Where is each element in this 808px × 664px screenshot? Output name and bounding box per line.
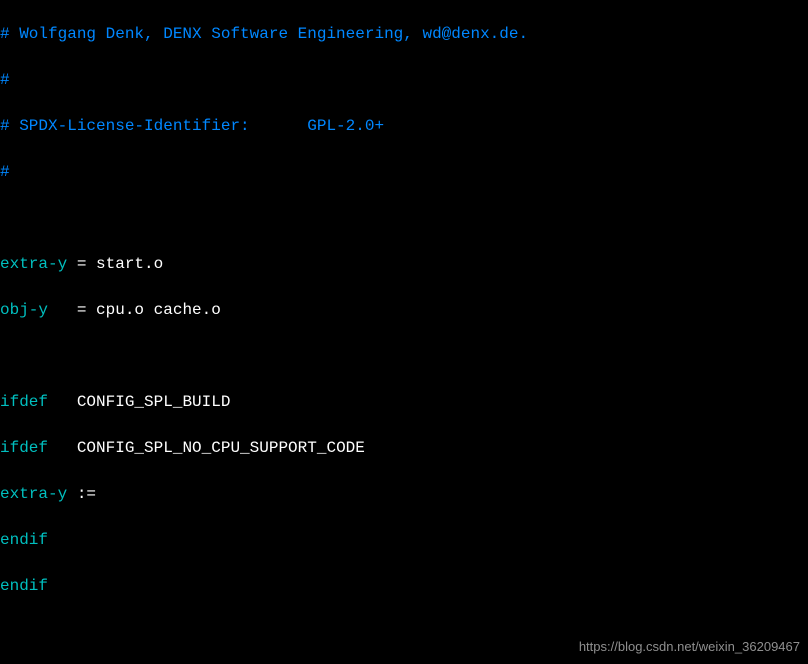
watermark-text: https://blog.csdn.net/weixin_36209467 <box>579 635 800 658</box>
code-line: obj-y = cpu.o cache.o <box>0 299 806 322</box>
code-editor[interactable]: # Wolfgang Denk, DENX Software Engineeri… <box>0 0 808 664</box>
code-line <box>0 345 806 368</box>
code-line: extra-y := <box>0 483 806 506</box>
code-line <box>0 207 806 230</box>
code-line: # SPDX-License-Identifier: GPL-2.0+ <box>0 115 806 138</box>
code-line: ifdef CONFIG_SPL_BUILD <box>0 391 806 414</box>
code-line: endif <box>0 529 806 552</box>
code-line: # <box>0 161 806 184</box>
comment-text: # Wolfgang Denk, DENX Software Engineeri… <box>0 25 528 43</box>
code-line: ifdef CONFIG_SPL_NO_CPU_SUPPORT_CODE <box>0 437 806 460</box>
code-line: # <box>0 69 806 92</box>
code-line: endif <box>0 575 806 598</box>
code-line: extra-y = start.o <box>0 253 806 276</box>
code-line: # Wolfgang Denk, DENX Software Engineeri… <box>0 23 806 46</box>
